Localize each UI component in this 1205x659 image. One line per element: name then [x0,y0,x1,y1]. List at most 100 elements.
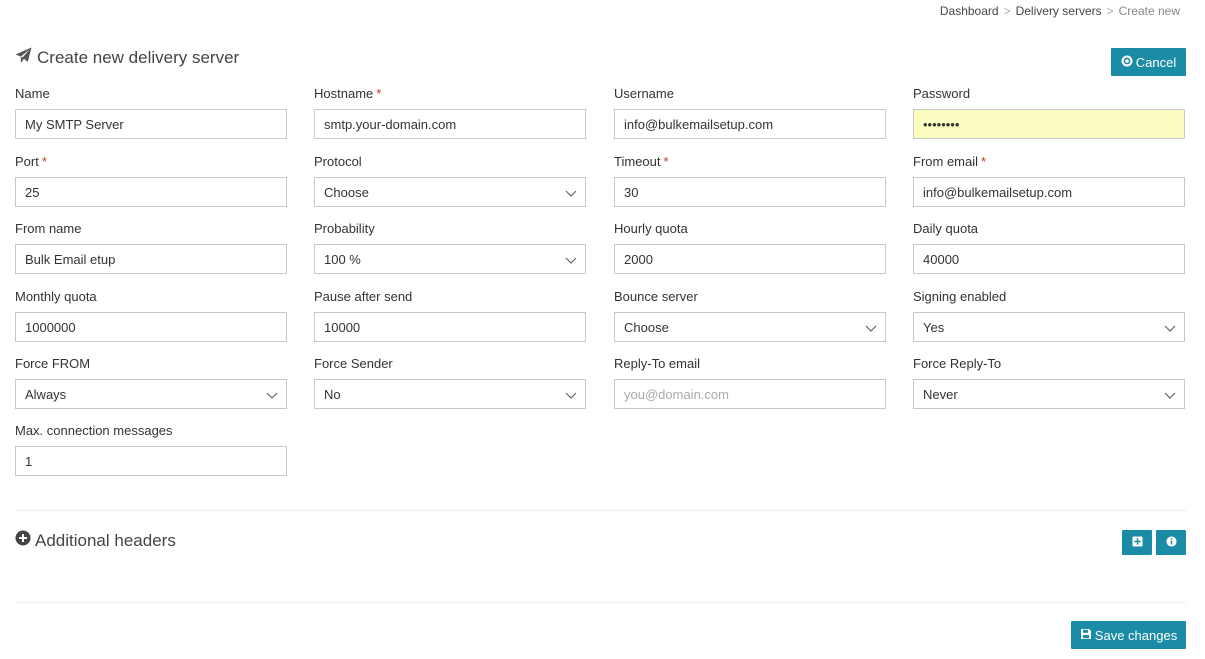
chevron-down-icon [1164,325,1176,332]
page-title: Create new delivery server [15,47,239,69]
timeout-field-group: Timeout * [614,154,886,207]
signing-enabled-label: Signing enabled [913,289,1007,304]
name-field-group: Name [15,86,287,139]
port-field-group: Port * [15,154,287,207]
save-changes-button[interactable]: Save changes [1071,621,1186,649]
pause-after-send-input[interactable] [324,319,564,335]
max-connection-messages-label: Max. connection messages [15,423,173,438]
port-input[interactable] [25,184,265,200]
required-marker: * [981,154,987,169]
bounce-server-selected-value: Choose [624,319,669,335]
breadcrumb-dashboard[interactable]: Dashboard [940,4,999,18]
breadcrumb-separator: > [1003,4,1011,18]
add-header-button[interactable] [1122,530,1152,555]
timeout-label: Timeout * [614,154,669,169]
hostname-input-box [314,109,586,139]
from-name-input[interactable] [25,251,265,267]
force-reply-to-field-group: Force Reply-To Never [913,356,1185,409]
daily-quota-input-box [913,244,1185,274]
password-label: Password [913,86,971,101]
timeout-input-box [614,177,886,207]
page-title-text: Create new delivery server [37,48,240,67]
cancel-button-label: Cancel [1135,54,1177,70]
max-connection-messages-input-box [15,446,287,476]
breadcrumb-separator: > [1106,4,1114,18]
footer-divider [15,602,1186,603]
chevron-down-icon [1164,392,1176,399]
password-field-group: Password [913,86,1185,139]
hourly-quota-label: Hourly quota [614,221,688,236]
password-input-box [913,109,1185,139]
name-label: Name [15,86,50,101]
section-divider [15,510,1186,511]
breadcrumb: Dashboard > Delivery servers > Create ne… [940,4,1180,18]
info-circle-icon [1165,535,1177,550]
chevron-down-icon [565,257,577,264]
monthly-quota-input[interactable] [25,319,265,335]
force-from-label: Force FROM [15,356,91,371]
username-input[interactable] [624,116,864,132]
hourly-quota-field-group: Hourly quota [614,221,886,274]
reply-to-email-label: Reply-To email [614,356,700,371]
protocol-field-group: Protocol Choose [314,154,586,207]
force-reply-to-select[interactable]: Never [913,379,1185,409]
monthly-quota-label: Monthly quota [15,289,97,304]
hourly-quota-input[interactable] [624,251,864,267]
from-email-label: From email * [913,154,987,169]
probability-selected-value: 100 % [324,251,361,267]
from-name-label: From name [15,221,82,236]
timeout-input[interactable] [624,184,864,200]
max-connection-messages-input[interactable] [25,453,265,469]
daily-quota-input[interactable] [923,251,1163,267]
from-name-field-group: From name [15,221,287,274]
reply-to-email-input[interactable] [624,386,864,402]
chevron-down-icon [865,325,877,332]
from-email-input-box [913,177,1185,207]
force-sender-field-group: Force Sender No [314,356,586,409]
pause-after-send-input-box [314,312,586,342]
reply-to-email-input-box [614,379,886,409]
required-marker: * [41,154,47,169]
max-connection-messages-field-group: Max. connection messages [15,423,287,476]
protocol-select[interactable]: Choose [314,177,586,207]
probability-field-group: Probability 100 % [314,221,586,274]
hostname-input[interactable] [324,116,564,132]
port-input-box [15,177,287,207]
reply-to-email-field-group: Reply-To email [614,356,886,409]
cancel-button[interactable]: Cancel [1111,48,1186,76]
signing-enabled-select[interactable]: Yes [913,312,1185,342]
save-changes-label: Save changes [1094,627,1178,643]
circle-x-icon [1121,55,1133,70]
force-from-select[interactable]: Always [15,379,287,409]
required-marker: * [376,86,382,101]
force-sender-select[interactable]: No [314,379,586,409]
name-input-box [15,109,287,139]
hostname-label: Hostname * [314,86,382,101]
chevron-down-icon [266,392,278,399]
headers-info-button[interactable] [1156,530,1186,555]
floppy-disk-icon [1080,628,1092,643]
force-sender-label: Force Sender [314,356,393,371]
username-label: Username [614,86,674,101]
from-email-input[interactable] [923,184,1163,200]
breadcrumb-delivery-servers[interactable]: Delivery servers [1016,4,1102,18]
username-field-group: Username [614,86,886,139]
force-reply-to-selected-value: Never [923,386,958,402]
breadcrumb-current: Create new [1118,4,1180,18]
signing-enabled-field-group: Signing enabled Yes [913,289,1185,342]
chevron-down-icon [565,392,577,399]
from-name-input-box [15,244,287,274]
plus-circle-icon [15,530,31,551]
name-input[interactable] [25,116,265,132]
bounce-server-select[interactable]: Choose [614,312,886,342]
username-input-box [614,109,886,139]
bounce-server-label: Bounce server [614,289,698,304]
required-marker: * [663,154,669,169]
monthly-quota-field-group: Monthly quota [15,289,287,342]
pause-after-send-field-group: Pause after send [314,289,586,342]
password-input[interactable] [923,116,1163,132]
probability-select[interactable]: 100 % [314,244,586,274]
pause-after-send-label: Pause after send [314,289,413,304]
hourly-quota-input-box [614,244,886,274]
protocol-label: Protocol [314,154,362,169]
